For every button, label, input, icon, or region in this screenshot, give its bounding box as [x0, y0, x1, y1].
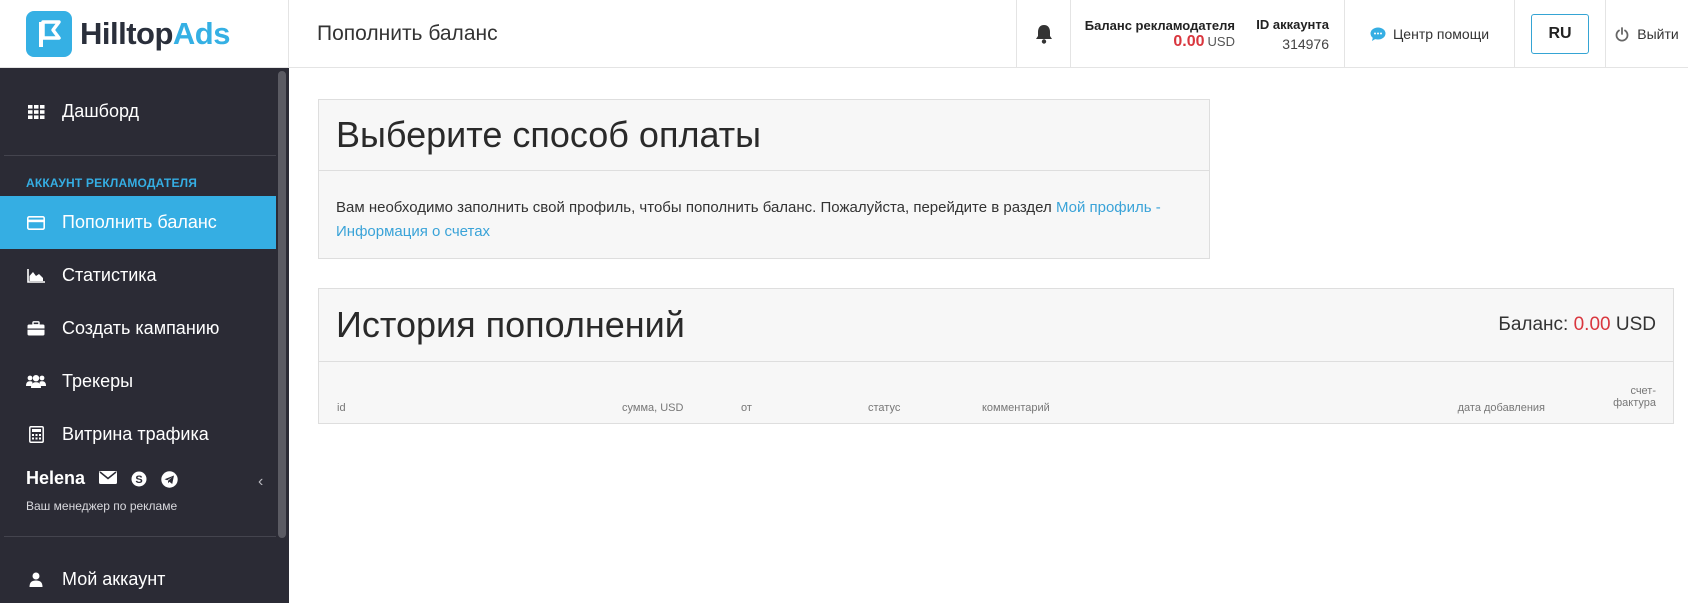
- account-manager: Helena S Ваш менеджер по рекламе: [26, 468, 276, 513]
- sidebar-item-traffic-showcase[interactable]: Витрина трафика: [0, 408, 276, 461]
- sidebar-scrollbar[interactable]: [278, 71, 286, 538]
- sidebar-item-top-up[interactable]: Пополнить баланс: [0, 196, 276, 249]
- svg-text:S: S: [136, 474, 143, 486]
- brand-name: HilltopAds: [80, 16, 231, 52]
- skype-icon[interactable]: S: [131, 471, 147, 487]
- sidebar: Дашборд АККАУНТ РЕКЛАМОДАТЕЛЯ Пополнить …: [0, 68, 289, 603]
- sidebar-item-create-campaign[interactable]: Создать кампанию: [0, 302, 276, 355]
- language-button[interactable]: RU: [1531, 14, 1589, 54]
- topup-history-panel: История пополнений Баланс: 0.00 USD id с…: [318, 288, 1674, 424]
- sidebar-item-trackers[interactable]: Трекеры: [0, 355, 276, 408]
- manager-subtitle: Ваш менеджер по рекламе: [26, 499, 178, 513]
- logout-label: Выйти: [1637, 26, 1679, 42]
- sidebar-item-my-account[interactable]: Мой аккаунт: [0, 553, 276, 606]
- column-invoice-line2: фактура: [1613, 397, 1656, 409]
- column-invoice-line1: счет-: [1630, 385, 1656, 397]
- table-header: id сумма, USD от статус комментарий дата…: [319, 362, 1673, 424]
- panel-header: История пополнений Баланс: 0.00 USD: [319, 289, 1673, 362]
- payment-method-panel: Выберите способ оплаты Вам необходимо за…: [318, 99, 1210, 259]
- bell-icon: [1035, 25, 1052, 44]
- section-label: АККАУНТ РЕКЛАМОДАТЕЛЯ: [26, 176, 198, 190]
- balance-amount: 0.00 USD: [1173, 33, 1235, 51]
- sidebar-item-label: Пополнить баланс: [62, 212, 217, 232]
- column-date-added[interactable]: дата добавления: [1458, 402, 1545, 414]
- panel-body: Вам необходимо заполнить свой профиль, ч…: [319, 171, 1209, 269]
- column-invoice[interactable]: счет- фактура: [1613, 385, 1656, 409]
- collapse-chevron-icon[interactable]: ‹: [258, 473, 263, 491]
- brand-name-part1: Hilltop: [80, 16, 173, 51]
- calculator-icon: [26, 425, 46, 445]
- page-title: Пополнить баланс: [317, 21, 498, 45]
- account-id-block: ID аккаунта 314976: [1252, 0, 1344, 68]
- column-id[interactable]: id: [337, 402, 346, 414]
- power-icon: [1615, 26, 1629, 41]
- history-balance: Баланс: 0.00 USD: [1498, 314, 1656, 336]
- panel-title: Выберите способ оплаты: [336, 114, 762, 155]
- history-balance-unit: USD: [1615, 314, 1656, 335]
- panel-title: История пополнений: [336, 304, 685, 345]
- balance-unit: USD: [1207, 33, 1235, 49]
- column-comment[interactable]: комментарий: [982, 402, 1050, 414]
- sidebar-item-statistics[interactable]: Статистика: [0, 249, 276, 302]
- manager-name: Helena: [26, 468, 86, 488]
- sidebar-item-label: Мой аккаунт: [62, 569, 166, 589]
- chat-bubble-icon: [1370, 27, 1386, 41]
- logout-button[interactable]: Выйти: [1605, 0, 1688, 68]
- sidebar-item-label: Создать кампанию: [62, 318, 220, 338]
- brand-name-part2: Ads: [172, 16, 231, 51]
- advertiser-balance: Баланс рекламодателя 0.00 USD: [1070, 0, 1252, 68]
- column-from[interactable]: от: [741, 402, 752, 414]
- sidebar-item-label: Трекеры: [62, 371, 134, 391]
- user-icon: [26, 570, 46, 590]
- credit-card-icon: [26, 213, 46, 233]
- column-amount[interactable]: сумма, USD: [622, 402, 683, 414]
- help-center-link[interactable]: Центр помощи: [1344, 0, 1514, 68]
- column-status[interactable]: статус: [868, 402, 900, 414]
- sidebar-item-label: Витрина трафика: [62, 424, 209, 444]
- grid-icon: [26, 102, 46, 122]
- area-chart-icon: [26, 266, 46, 286]
- briefcase-icon: [26, 319, 46, 339]
- account-id-label: ID аккаунта: [1256, 16, 1329, 32]
- sidebar-item-label: Статистика: [62, 265, 157, 285]
- balance-label: Баланс рекламодателя: [1084, 17, 1235, 33]
- top-header: HilltopAds Пополнить баланс Баланс рекла…: [0, 0, 1688, 68]
- notifications-button[interactable]: [1016, 0, 1070, 68]
- telegram-icon[interactable]: [161, 471, 179, 488]
- panel-header: Выберите способ оплаты: [319, 100, 1209, 171]
- logo[interactable]: HilltopAds: [0, 0, 289, 68]
- sidebar-item-label: Дашборд: [62, 101, 140, 121]
- sidebar-item-dashboard[interactable]: Дашборд: [0, 85, 276, 138]
- history-balance-value: 0.00: [1573, 314, 1611, 335]
- profile-required-text: Вам необходимо заполнить свой профиль, ч…: [336, 199, 1056, 216]
- language-cell: RU: [1514, 0, 1605, 68]
- users-icon: [26, 372, 46, 392]
- history-balance-label: Баланс:: [1498, 314, 1569, 335]
- sidebar-divider-bottom: [4, 536, 276, 537]
- help-center-label: Центр помощи: [1392, 26, 1490, 42]
- account-id-value: 314976: [1282, 35, 1329, 52]
- envelope-icon[interactable]: [99, 471, 118, 485]
- flag-logo-icon: [26, 11, 72, 57]
- balance-value: 0.00: [1173, 32, 1205, 50]
- sidebar-divider: [4, 155, 276, 156]
